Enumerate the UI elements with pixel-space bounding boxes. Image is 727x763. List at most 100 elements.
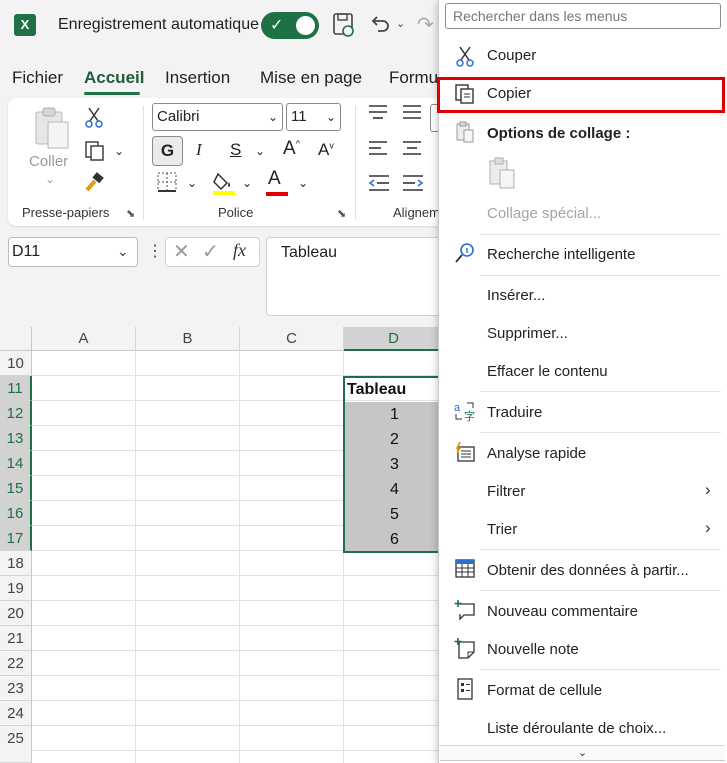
cell-d17[interactable]: 6 xyxy=(390,527,399,552)
font-color-button[interactable]: A xyxy=(268,168,281,190)
row-header[interactable]: 13 xyxy=(0,426,32,451)
row-header[interactable]: 14 xyxy=(0,451,32,476)
row-header[interactable]: 21 xyxy=(0,626,32,651)
select-all-corner[interactable] xyxy=(0,327,32,351)
gridline xyxy=(32,600,438,601)
cell-d16[interactable]: 5 xyxy=(390,502,399,527)
gridline xyxy=(239,351,240,763)
cancel-icon[interactable]: ✕ xyxy=(173,242,190,262)
save-icon[interactable] xyxy=(332,12,356,44)
redo-icon[interactable]: ↷ xyxy=(417,12,434,37)
column-header-b[interactable]: B xyxy=(136,327,240,351)
tab-formules[interactable]: Formu xyxy=(389,68,438,88)
cut-icon[interactable] xyxy=(84,106,104,133)
decrease-indent-icon[interactable] xyxy=(368,174,390,197)
menu-item-recherche[interactable]: Recherche intelligente xyxy=(487,246,635,263)
chevron-down-icon[interactable]: ⌄ xyxy=(117,243,129,260)
row-header[interactable]: 17 xyxy=(0,526,32,551)
menu-item-trier[interactable]: Trier xyxy=(487,521,517,538)
row-header[interactable]: 19 xyxy=(0,576,32,601)
menu-item-obtenir-donnees[interactable]: Obtenir des données à partir... xyxy=(487,562,689,579)
align-left-icon[interactable] xyxy=(368,140,388,163)
menu-item-traduire[interactable]: Traduire xyxy=(487,404,542,421)
cell-d13[interactable]: 2 xyxy=(390,427,399,452)
row-header[interactable]: 25 xyxy=(0,726,32,763)
underline-chevron-icon[interactable]: ⌄ xyxy=(255,144,265,158)
format-painter-icon[interactable] xyxy=(84,172,106,199)
font-name-select[interactable]: Calibri ⌄ xyxy=(152,103,283,131)
row-header[interactable]: 10 xyxy=(0,351,32,376)
row-header[interactable]: 12 xyxy=(0,401,32,426)
column-header-a[interactable]: A xyxy=(32,327,136,351)
ribbon-separator xyxy=(143,106,144,220)
menu-item-nouvelle-note[interactable]: Nouvelle note xyxy=(487,641,579,658)
row-header[interactable]: 23 xyxy=(0,676,32,701)
menu-item-liste-deroulante[interactable]: Liste déroulante de choix... xyxy=(487,720,666,737)
copy-chevron-icon[interactable]: ⌄ xyxy=(114,144,124,158)
column-header-d[interactable]: D xyxy=(344,327,444,351)
undo-dropdown-icon[interactable]: ⌄ xyxy=(396,17,405,30)
copy-icon[interactable] xyxy=(84,140,106,167)
row-header[interactable]: 11 xyxy=(0,376,32,401)
chevron-down-icon: ⌄ xyxy=(325,110,336,124)
gridline xyxy=(32,700,438,701)
borders-chevron-icon[interactable]: ⌄ xyxy=(187,176,197,190)
menu-item-inserer[interactable]: Insérer... xyxy=(487,287,545,304)
shrink-font-button[interactable]: Av xyxy=(318,140,334,160)
italic-button[interactable]: I xyxy=(196,140,202,160)
tab-accueil[interactable]: Accueil xyxy=(84,68,144,88)
row-header[interactable]: 20 xyxy=(0,601,32,626)
row-header[interactable]: 22 xyxy=(0,651,32,676)
row-header[interactable]: 16 xyxy=(0,501,32,526)
menu-separator xyxy=(480,590,721,591)
tab-insertion[interactable]: Insertion xyxy=(165,68,230,88)
underline-button[interactable]: S xyxy=(230,140,241,160)
fill-color-icon[interactable] xyxy=(212,170,236,201)
toggle-knob xyxy=(296,16,315,35)
row-header[interactable]: 24 xyxy=(0,701,32,726)
paste-chevron-icon[interactable]: ⌄ xyxy=(45,172,55,186)
clipboard-launcher-icon[interactable]: ⬊ xyxy=(126,207,135,220)
menu-item-couper[interactable]: Couper xyxy=(487,47,536,64)
font-launcher-icon[interactable]: ⬊ xyxy=(337,207,346,220)
chevron-right-icon: › xyxy=(705,480,711,499)
increase-indent-icon[interactable] xyxy=(402,174,424,197)
row-header[interactable]: 15 xyxy=(0,476,32,501)
grow-font-letter: A xyxy=(283,138,296,159)
menu-item-filtrer[interactable]: Filtrer xyxy=(487,483,525,500)
menu-item-supprimer[interactable]: Supprimer... xyxy=(487,325,568,342)
column-header-c[interactable]: C xyxy=(240,327,344,351)
autosave-toggle[interactable]: ✓ xyxy=(261,12,319,39)
shrink-font-letter: A xyxy=(318,140,330,159)
tab-mise-en-page[interactable]: Mise en page xyxy=(260,68,362,88)
menu-item-effacer[interactable]: Effacer le contenu xyxy=(487,363,608,380)
align-top-icon[interactable] xyxy=(368,104,388,127)
menu-scroll-down-icon[interactable]: ⌄ xyxy=(440,745,725,761)
undo-icon[interactable] xyxy=(368,12,392,42)
menu-item-collage-special[interactable]: Collage spécial... xyxy=(487,205,601,222)
tab-fichier[interactable]: Fichier xyxy=(12,68,63,88)
align-middle-icon[interactable] xyxy=(402,104,422,127)
borders-icon[interactable] xyxy=(157,172,177,197)
cell-d14[interactable]: 3 xyxy=(390,452,399,477)
menu-item-format-cellule[interactable]: Format de cellule xyxy=(487,682,602,699)
menu-item-nouveau-commentaire[interactable]: Nouveau commentaire xyxy=(487,603,638,620)
more-options-icon[interactable]: ⋮ xyxy=(147,241,163,261)
insert-function-button[interactable]: fx xyxy=(233,240,246,261)
bold-button[interactable]: G xyxy=(152,136,183,166)
cell-d15[interactable]: 4 xyxy=(390,477,399,502)
row-header[interactable]: 18 xyxy=(0,551,32,576)
enter-icon[interactable]: ✓ xyxy=(202,242,219,262)
font-size-select[interactable]: 11 ⌄ xyxy=(286,103,341,131)
cell-d11[interactable]: Tableau xyxy=(347,377,406,402)
menu-item-analyse-rapide[interactable]: Analyse rapide xyxy=(487,445,586,462)
grow-font-button[interactable]: A^ xyxy=(283,138,300,160)
align-center-icon[interactable] xyxy=(402,140,422,163)
menu-search-input[interactable] xyxy=(445,3,721,29)
font-color-chevron-icon[interactable]: ⌄ xyxy=(298,176,308,190)
fill-color-chevron-icon[interactable]: ⌄ xyxy=(242,176,252,190)
name-box-value: D11 xyxy=(12,243,41,260)
cell-d12[interactable]: 1 xyxy=(390,402,399,427)
paste-option-icon[interactable] xyxy=(487,157,517,194)
paste-icon[interactable] xyxy=(32,106,72,155)
